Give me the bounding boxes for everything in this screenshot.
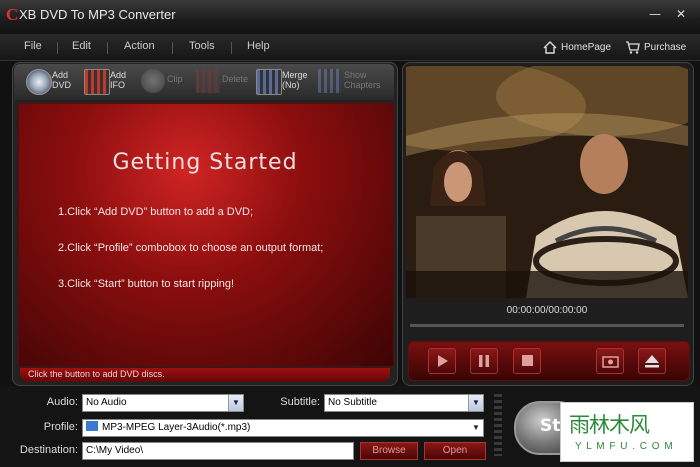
audio-select[interactable]: No Audio ▼ xyxy=(82,394,244,412)
status-text: Click the button to add DVD discs. xyxy=(28,369,165,379)
show-chapters-label-2: Chapters xyxy=(344,80,381,90)
audio-label: Audio: xyxy=(46,396,78,408)
chevron-down-icon[interactable]: ▼ xyxy=(228,395,243,411)
add-dvd-label-1: Add xyxy=(52,70,69,80)
menu-divider xyxy=(231,42,232,54)
purchase-link[interactable]: Purchase xyxy=(644,42,686,53)
eject-icon xyxy=(645,355,659,368)
menu-help[interactable]: Help xyxy=(247,40,270,52)
delete-button[interactable]: Delete xyxy=(196,66,248,98)
step-1: 1.Click “Add DVD” button to add a DVD; xyxy=(58,206,254,218)
delete-label: Delete xyxy=(222,74,249,84)
step-2: 2.Click “Profile” combobox to choose an … xyxy=(58,242,324,254)
chapters-icon xyxy=(318,69,342,93)
destination-input[interactable]: C:\My Video\ xyxy=(82,442,354,460)
app-logo-icon: C xyxy=(6,5,19,24)
menu-tools[interactable]: Tools xyxy=(189,40,215,52)
merge-label-1: Merge xyxy=(282,70,308,80)
merge-button[interactable]: Merge (No) xyxy=(256,66,312,98)
close-icon[interactable]: ✕ xyxy=(674,8,688,22)
time-display: 00:00:00/00:00:00 xyxy=(506,305,588,316)
menu-file[interactable]: File xyxy=(24,40,42,52)
clip-label: Clip xyxy=(167,74,183,84)
menu-edit[interactable]: Edit xyxy=(72,40,91,52)
video-preview xyxy=(406,66,688,298)
grip-divider xyxy=(494,394,502,456)
menu-action[interactable]: Action xyxy=(124,40,155,52)
menu-divider xyxy=(172,42,173,54)
add-dvd-button[interactable]: Add DVD xyxy=(26,66,76,98)
subtitle-value: No Subtitle xyxy=(328,397,377,408)
add-dvd-label-2: DVD xyxy=(52,80,72,90)
minimize-icon[interactable]: — xyxy=(648,8,662,22)
seek-slider[interactable] xyxy=(410,324,684,327)
audio-format-icon xyxy=(86,421,98,431)
step-3: 3.Click “Start” button to start ripping! xyxy=(58,278,235,290)
play-button[interactable] xyxy=(428,348,456,374)
profile-label: Profile: xyxy=(43,421,78,433)
dvd-disc-icon xyxy=(26,69,52,95)
video-frame-image xyxy=(406,66,688,298)
getting-started-panel xyxy=(18,103,394,367)
film-ifo-icon xyxy=(84,69,110,95)
watermark-logo: 雨林木风 Y L M F U . C O M xyxy=(560,402,694,462)
browse-button[interactable]: Browse xyxy=(360,442,418,460)
cart-icon[interactable] xyxy=(625,41,640,54)
show-chapters-button[interactable]: Show Chapters xyxy=(318,66,388,98)
destination-label: Destination: xyxy=(19,444,78,456)
merge-icon xyxy=(256,69,282,95)
profile-select[interactable]: MP3-MPEG Layer-3Audio(*.mp3) ▼ xyxy=(82,419,484,437)
homepage-link[interactable]: HomePage xyxy=(561,42,611,53)
watermark-cn-text: 雨林木风 xyxy=(569,413,650,437)
audio-value: No Audio xyxy=(86,397,127,408)
play-icon xyxy=(438,355,448,367)
subtitle-label: Subtitle: xyxy=(280,396,320,408)
eject-button[interactable] xyxy=(638,348,666,374)
chevron-down-icon[interactable]: ▼ xyxy=(468,395,483,411)
subtitle-select[interactable]: No Subtitle ▼ xyxy=(324,394,484,412)
home-icon[interactable] xyxy=(543,41,557,54)
clip-button[interactable]: Clip xyxy=(141,66,187,98)
profile-value: MP3-MPEG Layer-3Audio(*.mp3) xyxy=(102,422,251,433)
delete-film-icon xyxy=(196,69,220,93)
window-title: XB DVD To MP3 Converter xyxy=(19,7,176,22)
start-label: St xyxy=(540,416,561,436)
destination-value: C:\My Video\ xyxy=(86,445,144,456)
show-chapters-label-1: Show xyxy=(344,70,367,80)
pause-button[interactable] xyxy=(470,348,498,374)
chevron-down-icon[interactable]: ▼ xyxy=(469,420,483,436)
watermark-en-text: Y L M F U . C O M xyxy=(575,441,674,452)
pause-icon xyxy=(479,355,489,367)
merge-label-2: (No) xyxy=(282,80,300,90)
clip-icon xyxy=(141,69,165,93)
camera-icon xyxy=(602,356,619,368)
menu-divider xyxy=(107,42,108,54)
snapshot-button[interactable] xyxy=(596,348,624,374)
getting-started-title: Getting Started xyxy=(112,150,298,175)
menu-divider xyxy=(57,42,58,54)
add-ifo-label-1: Add xyxy=(110,70,127,80)
open-button[interactable]: Open xyxy=(424,442,486,460)
stop-button[interactable] xyxy=(513,348,541,374)
add-ifo-label-2: IFO xyxy=(110,80,125,90)
add-ifo-button[interactable]: Add IFO xyxy=(84,66,134,98)
stop-icon xyxy=(522,355,533,366)
